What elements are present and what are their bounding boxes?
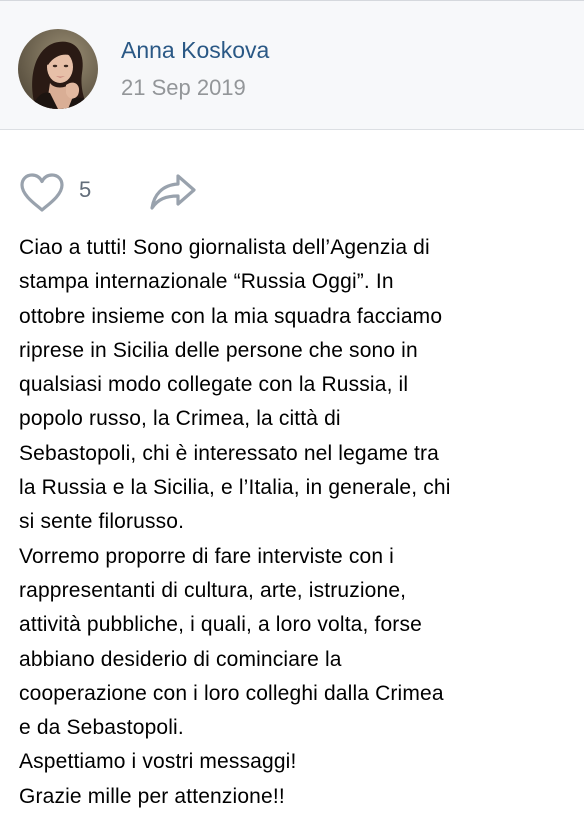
post-text-line: Vorremo proporre di fare interviste con …	[19, 544, 394, 568]
post-text-line: abbiano desiderio di cominciare la	[19, 647, 342, 671]
share-arrow-icon[interactable]	[148, 171, 198, 213]
post-text-line: rappresentanti di cultura, arte, istruzi…	[19, 578, 407, 602]
post-text-line: Grazie mille per attenzione!!	[19, 784, 285, 808]
avatar-photo	[18, 29, 98, 109]
post-text-line: Sebastopoli, chi è interessato nel legam…	[19, 441, 439, 465]
post-header: Anna Koskova 21 Sep 2019	[0, 0, 584, 130]
post-text-line: qualsiasi modo collegate con la Russia, …	[19, 373, 409, 397]
post-text: Ciao a tutti! Sono giornalista dell’Agen…	[19, 231, 579, 814]
heart-outline-icon[interactable]	[18, 172, 66, 214]
post-date[interactable]: 21 Sep 2019	[121, 73, 246, 103]
post-text-line: ottobre insieme con la mia squadra facci…	[19, 304, 443, 328]
post-text-line: si sente filorusso.	[19, 510, 185, 534]
author-name[interactable]: Anna Koskova	[121, 35, 269, 65]
post-text-line: e da Sebastopoli.	[19, 716, 184, 740]
post-text-line: cooperazione con i loro colleghi dalla C…	[19, 681, 444, 705]
like-count: 5	[79, 177, 92, 202]
post-actions: 5	[0, 165, 584, 217]
post-text-line: Ciao a tutti! Sono giornalista dell’Agen…	[19, 236, 430, 259]
post-text-line: la Russia e la Sicilia, e l’Italia, in g…	[19, 476, 451, 500]
post-text-line: Aspettiamo i vostri messaggi!	[19, 750, 297, 774]
post-text-line: attività pubbliche, i quali, a loro volt…	[19, 613, 422, 637]
post-text-line: stampa internazionale “Russia Oggi”. In	[19, 270, 394, 294]
avatar[interactable]	[18, 29, 98, 109]
post-text-line: popolo russo, la Crimea, la città di	[19, 407, 341, 431]
post-text-line: riprese in Sicilia delle persone che son…	[19, 338, 418, 362]
